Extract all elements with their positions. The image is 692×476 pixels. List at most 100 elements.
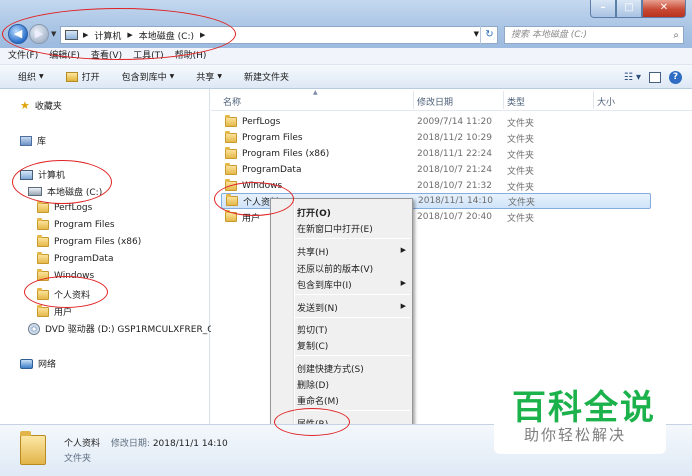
- search-icon[interactable]: ⌕: [673, 28, 679, 44]
- folder-icon: [37, 201, 49, 213]
- address-dropdown-icon[interactable]: ▼: [474, 30, 479, 38]
- column-divider[interactable]: [413, 91, 414, 109]
- file-date: 2018/11/2 10:29: [417, 133, 492, 143]
- menu-separator: [295, 294, 410, 295]
- folder-icon: [225, 147, 237, 159]
- column-name[interactable]: 名称: [223, 95, 241, 108]
- close-button[interactable]: ✕: [642, 0, 686, 18]
- refresh-button[interactable]: ↻: [480, 26, 498, 44]
- nav-folder-label: Program Files (x86): [54, 237, 142, 247]
- nav-folder-perflogs[interactable]: PerfLogs: [37, 201, 93, 213]
- menu-separator: [295, 355, 410, 356]
- file-type: 文件夹: [508, 197, 536, 208]
- file-date: 2018/10/7 20:40: [417, 212, 492, 222]
- details-type: 文件夹: [64, 454, 92, 464]
- table-row[interactable]: PerfLogs 2009/7/14 11:20 文件夹: [221, 114, 651, 130]
- table-row[interactable]: Program Files (x86) 2018/11/1 22:24 文件夹: [221, 146, 651, 162]
- help-icon[interactable]: ?: [669, 71, 682, 84]
- open-button[interactable]: 打开: [65, 70, 100, 83]
- menu-item-copy[interactable]: 复制(C): [297, 339, 328, 352]
- chevron-down-icon: ▼: [217, 73, 222, 80]
- watermark: 百科全说 助你轻松解决: [494, 368, 666, 454]
- menu-separator: [295, 317, 410, 318]
- nav-folder-program-files[interactable]: Program Files: [37, 218, 115, 230]
- nav-dvd-label: DVD 驱动器 (D:) GSP1RMCULXFRER_C: [45, 325, 214, 335]
- file-date: 2018/11/1 22:24: [417, 149, 492, 159]
- dvd-icon: [28, 322, 40, 335]
- column-header-row: ▲ 名称 修改日期 类型 大小: [211, 89, 692, 111]
- annotation-ellipse-properties: [274, 408, 350, 436]
- nav-folder-program-files-x86[interactable]: Program Files (x86): [37, 235, 142, 247]
- details-modified-value: 2018/11/1 14:10: [152, 439, 228, 449]
- file-type: 文件夹: [507, 213, 535, 224]
- folder-icon: [37, 304, 49, 317]
- nav-dvd-drive[interactable]: DVD 驱动器 (D:) GSP1RMCULXFRER_C: [28, 322, 214, 335]
- column-date[interactable]: 修改日期: [417, 95, 453, 108]
- menu-separator: [295, 238, 410, 239]
- menu-item-restore[interactable]: 还原以前的版本(V): [297, 262, 373, 275]
- file-date: 2018/11/1 14:10: [418, 196, 493, 206]
- file-date: 2018/10/7 21:32: [417, 181, 492, 191]
- organize-button[interactable]: 组织 ▼: [18, 70, 44, 83]
- nav-favorites[interactable]: ★ 收藏夹: [20, 99, 62, 112]
- column-size[interactable]: 大小: [597, 95, 615, 108]
- nav-library-label: 库: [37, 137, 47, 147]
- menu-item-include[interactable]: 包含到库中(I): [297, 278, 352, 291]
- search-input[interactable]: 搜索 本地磁盘 (C:) ⌕: [504, 26, 684, 44]
- file-type: 文件夹: [507, 150, 535, 161]
- details-name: 个人资料: [64, 439, 101, 449]
- annotation-ellipse-selected-folder: [214, 182, 294, 216]
- column-divider[interactable]: [593, 91, 594, 109]
- refresh-icon: ↻: [485, 29, 494, 40]
- file-name: Program Files: [242, 133, 303, 143]
- library-icon: [20, 135, 32, 146]
- menu-item-share[interactable]: 共享(H): [297, 245, 329, 258]
- new-folder-label: 新建文件夹: [243, 73, 289, 83]
- column-divider[interactable]: [503, 91, 504, 109]
- menu-item-rename[interactable]: 重命名(M): [297, 394, 339, 407]
- menu-item-send-to[interactable]: 发送到(N): [297, 301, 338, 314]
- preview-pane-icon[interactable]: [649, 72, 661, 83]
- maximize-icon: □: [624, 2, 634, 13]
- context-menu: 打开(O) 在新窗口中打开(E) 共享(H) ▶ 还原以前的版本(V) 包含到库…: [270, 198, 413, 432]
- include-label: 包含到库中: [121, 73, 167, 83]
- details-title-line: 个人资料 修改日期: 2018/11/1 14:10: [64, 436, 228, 449]
- details-modified-label: 修改日期:: [110, 439, 150, 449]
- folder-icon: [225, 115, 237, 127]
- include-in-library-button[interactable]: 包含到库中 ▼: [122, 70, 175, 83]
- menu-item-open[interactable]: 打开(O): [297, 206, 331, 219]
- organize-label: 组织: [18, 73, 37, 83]
- maximize-button[interactable]: □: [616, 0, 642, 18]
- chevron-down-icon: ▼: [39, 73, 44, 80]
- network-icon: [20, 358, 33, 369]
- share-button[interactable]: 共享 ▼: [196, 70, 222, 83]
- file-name: PerfLogs: [242, 117, 281, 127]
- table-row[interactable]: ProgramData 2018/10/7 21:24 文件夹: [221, 162, 651, 178]
- close-icon: ✕: [659, 2, 669, 13]
- menu-item-delete[interactable]: 删除(D): [297, 378, 329, 391]
- menu-item-create-shortcut[interactable]: 创建快捷方式(S): [297, 362, 364, 375]
- minimize-icon: –: [600, 2, 606, 13]
- new-folder-button[interactable]: 新建文件夹: [244, 70, 289, 83]
- annotation-ellipse-computer: [12, 160, 112, 204]
- nav-folder-label: Program Files: [54, 220, 115, 230]
- menu-item-cut[interactable]: 剪切(T): [297, 323, 328, 336]
- folder-icon: [225, 131, 237, 143]
- nav-network[interactable]: 网络: [20, 357, 56, 370]
- nav-library[interactable]: 库: [20, 134, 46, 147]
- sort-arrow-icon: ▲: [313, 89, 318, 96]
- open-label: 打开: [81, 73, 100, 83]
- annotation-ellipse-address: [2, 8, 236, 60]
- nav-folder-programdata[interactable]: ProgramData: [37, 252, 113, 264]
- watermark-subtitle: 助你轻松解决: [524, 426, 627, 444]
- table-row[interactable]: Program Files 2018/11/2 10:29 文件夹: [221, 130, 651, 146]
- folder-icon: [225, 163, 237, 175]
- minimize-button[interactable]: –: [590, 0, 616, 18]
- view-options-icon[interactable]: ☷ ▾: [624, 72, 641, 83]
- menu-item-open-new-window[interactable]: 在新窗口中打开(E): [297, 222, 373, 235]
- navigation-pane: ★ 收藏夹 库 计算机 本地磁盘 (C:) PerfLogs Program F…: [0, 89, 214, 424]
- nav-folder-label: PerfLogs: [54, 203, 93, 213]
- column-type[interactable]: 类型: [507, 95, 525, 108]
- file-type: 文件夹: [507, 182, 535, 193]
- annotation-ellipse-personal-folder: [24, 276, 108, 308]
